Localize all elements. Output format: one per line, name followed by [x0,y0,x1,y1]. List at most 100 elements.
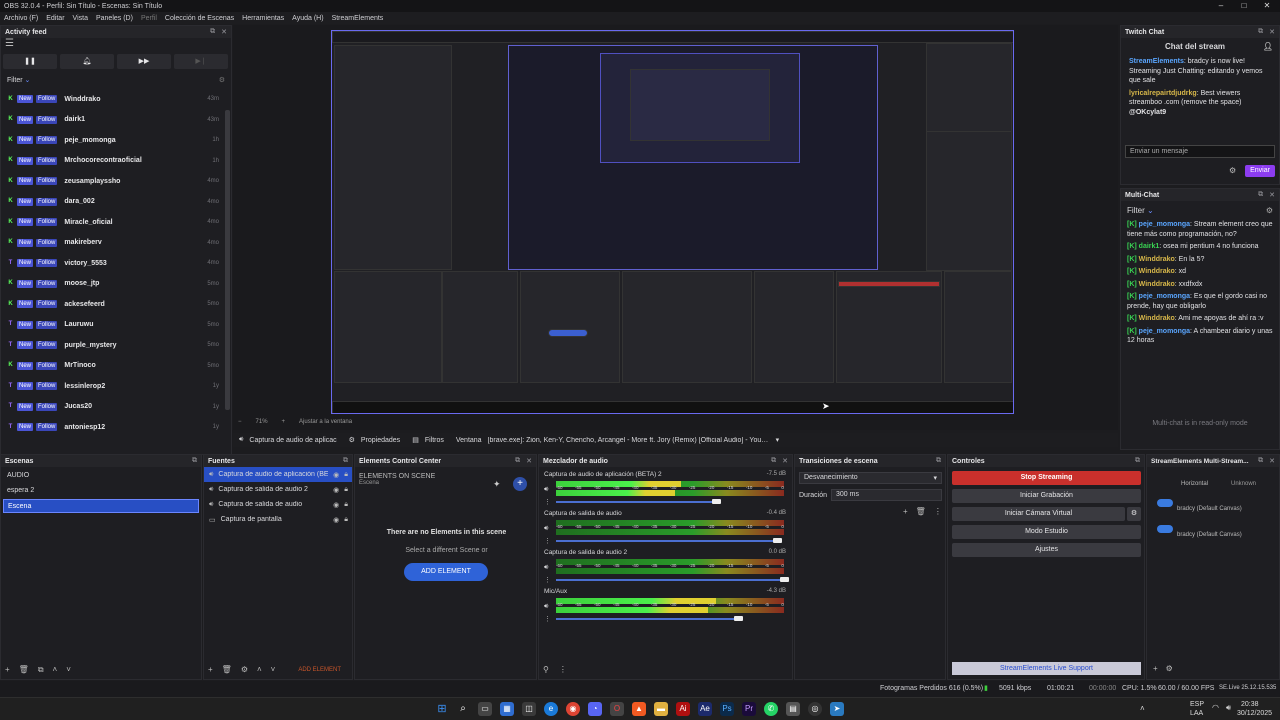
add-icon[interactable]: + [513,477,527,491]
premiere-icon[interactable]: Pr [742,702,756,716]
eye-icon[interactable]: ◉ [333,471,339,479]
feed-item[interactable]: K New Follow ackesefeerd 5mo [1,294,231,315]
chrome-icon[interactable]: ◉ [566,702,580,716]
feed-scrollbar[interactable] [225,110,230,410]
add-icon[interactable]: + [5,665,10,675]
duration-field[interactable]: 300 ms [831,489,942,501]
trash-icon[interactable]: 🗑︎ [222,665,232,674]
feed-item[interactable]: K New Follow zeusamplayssho 4mo [1,171,231,192]
window-select[interactable]: [brave.exe]: Zion, Ken-Y, Chencho, Arcan… [488,437,770,444]
scene-item[interactable]: espera 2 [3,484,199,498]
source-item[interactable]: ▭ Captura de pantalla ◉ 🔒︎ [204,512,352,527]
transition-select[interactable]: Desvanecimiento ▾ [799,472,942,484]
menu-item[interactable]: Ayuda (H) [292,15,323,22]
more-icon[interactable]: ⋮ [544,498,551,506]
feed-item[interactable]: K New Follow Winddrako 43m [1,89,231,110]
menu-item[interactable]: Vista [73,15,88,22]
hamburger-icon[interactable]: ☰ [1,38,231,50]
float-icon[interactable]: ⧉ [1258,191,1263,199]
gear-icon[interactable]: ⚙ [1229,166,1236,175]
magic-icon[interactable]: ✦ [493,479,501,490]
feed-item[interactable]: K New Follow moose_jtp 5mo [1,274,231,295]
discord-icon[interactable]: ◔ [588,702,602,716]
up-icon[interactable]: ˄ [53,665,58,675]
tray-arrow-icon[interactable]: ˄ [1140,704,1145,713]
speaker-icon[interactable]: 🔊︎ [544,603,548,611]
close-icon[interactable]: ✕ [1269,28,1275,36]
close-icon[interactable]: ✕ [526,457,532,465]
eye-icon[interactable]: ◉ [333,501,339,509]
menu-item[interactable]: Archivo (F) [4,15,38,22]
volume-slider[interactable] [556,618,739,620]
feed-item[interactable]: K New Follow Mrchocorecontraoficial 1h [1,151,231,172]
close-icon[interactable]: ✕ [221,28,227,36]
more-icon[interactable]: ⋮ [559,665,567,674]
photoshop-icon[interactable]: Ps [720,702,734,716]
telegram-icon[interactable]: ➤ [830,702,844,716]
windows-start-icon[interactable]: ⊞ [435,702,449,716]
float-icon[interactable]: ⧉ [771,457,776,465]
volume-knob[interactable] [734,616,744,621]
scene-item[interactable]: AUDIO [3,469,199,483]
store-icon[interactable]: ◫ [522,702,536,716]
chat-input[interactable]: Enviar un mensaje [1125,145,1275,158]
feed-item[interactable]: K New Follow dairk1 43m [1,110,231,131]
source-item[interactable]: 🔊︎ Captura de salida de audio 2 ◉ 🔒︎ [204,482,352,497]
bell-icon[interactable]: 🔔︎ [60,54,114,69]
add-icon[interactable]: + [903,507,908,516]
menu-item[interactable]: Colección de Escenas [165,15,234,22]
search-icon[interactable]: ⌕ [456,702,470,716]
speaker-icon[interactable]: 🔊︎ [544,525,548,533]
studio-mode-button[interactable]: Modo Estudio [952,525,1141,539]
more-icon[interactable]: ⋮ [544,576,551,584]
more-icon[interactable]: ⋮ [544,537,551,545]
feed-item[interactable]: T New Follow purple_mystery 5mo [1,335,231,356]
lock-icon[interactable]: 🔒︎ [344,486,352,494]
live-support-button[interactable]: StreamElements Live Support [952,662,1141,675]
float-icon[interactable]: ⧉ [936,457,941,465]
menu-item[interactable]: Paneles (D) [96,15,133,22]
close-icon[interactable]: ✕ [1269,457,1275,465]
lock-icon[interactable]: 🔒︎ [344,471,352,479]
menu-item[interactable]: StreamElements [332,15,384,22]
feed-item[interactable]: K New Follow dara_002 4mo [1,192,231,213]
float-icon[interactable]: ⧉ [515,457,520,465]
close-icon[interactable]: ✕ [1254,0,1280,12]
opera-icon[interactable]: O [610,702,624,716]
zoom-in-icon[interactable]: + [282,419,286,425]
whatsapp-icon[interactable]: ✆ [764,702,778,716]
start-recording-button[interactable]: Iniciar Grabación [952,489,1141,503]
trash-icon[interactable]: 🗑︎ [916,507,926,516]
virtual-camera-button[interactable]: Iniciar Cámara Virtual [952,507,1125,521]
gear-icon[interactable]: ⚙ [1166,664,1173,673]
chevron-down-icon[interactable]: ▾ [776,436,780,444]
feed-item[interactable]: K New Follow makireberv 4mo [1,233,231,254]
settings-icon[interactable]: ⚙ [219,76,225,84]
scene-item[interactable]: Escena [3,499,199,513]
illustrator-icon[interactable]: Ai [676,702,690,716]
trash-icon[interactable]: 🗑︎ [19,665,29,675]
settings-button[interactable]: Ajustes [952,543,1141,557]
obs-icon[interactable]: ◎ [808,702,822,716]
more-icon[interactable]: ⋮ [934,507,942,516]
volume-knob[interactable] [711,499,721,504]
multichat-filter[interactable]: Filter ⌄ ⚙ [1121,201,1279,220]
volume-slider[interactable] [556,540,778,542]
filters-button[interactable]: Filtros [425,437,444,444]
link-icon[interactable]: ⚲ [543,665,549,674]
up-icon[interactable]: ˄ [257,665,262,674]
feed-item[interactable]: T New Follow Jucas20 1y [1,397,231,418]
fit-window-button[interactable]: Ajustar a la ventana [299,419,352,425]
copy-icon[interactable]: ⧉ [38,665,44,675]
feed-item[interactable]: T New Follow antoniesp12 1y [1,417,231,438]
add-element-button[interactable]: ADD ELEMENT [404,563,488,581]
feed-item[interactable]: K New Follow MrTinoco 5mo [1,356,231,377]
volume-knob[interactable] [780,577,789,582]
zoom-out-icon[interactable]: − [238,419,242,425]
more-icon[interactable]: ⋮ [544,615,551,623]
down-icon[interactable]: ˅ [271,665,276,674]
feed-item[interactable]: T New Follow lessinlerop2 1y [1,376,231,397]
feed-item[interactable]: K New Follow Miracle_oficial 4mo [1,212,231,233]
volume-slider[interactable] [556,501,716,503]
adobe-icon[interactable]: Ae [698,702,712,716]
